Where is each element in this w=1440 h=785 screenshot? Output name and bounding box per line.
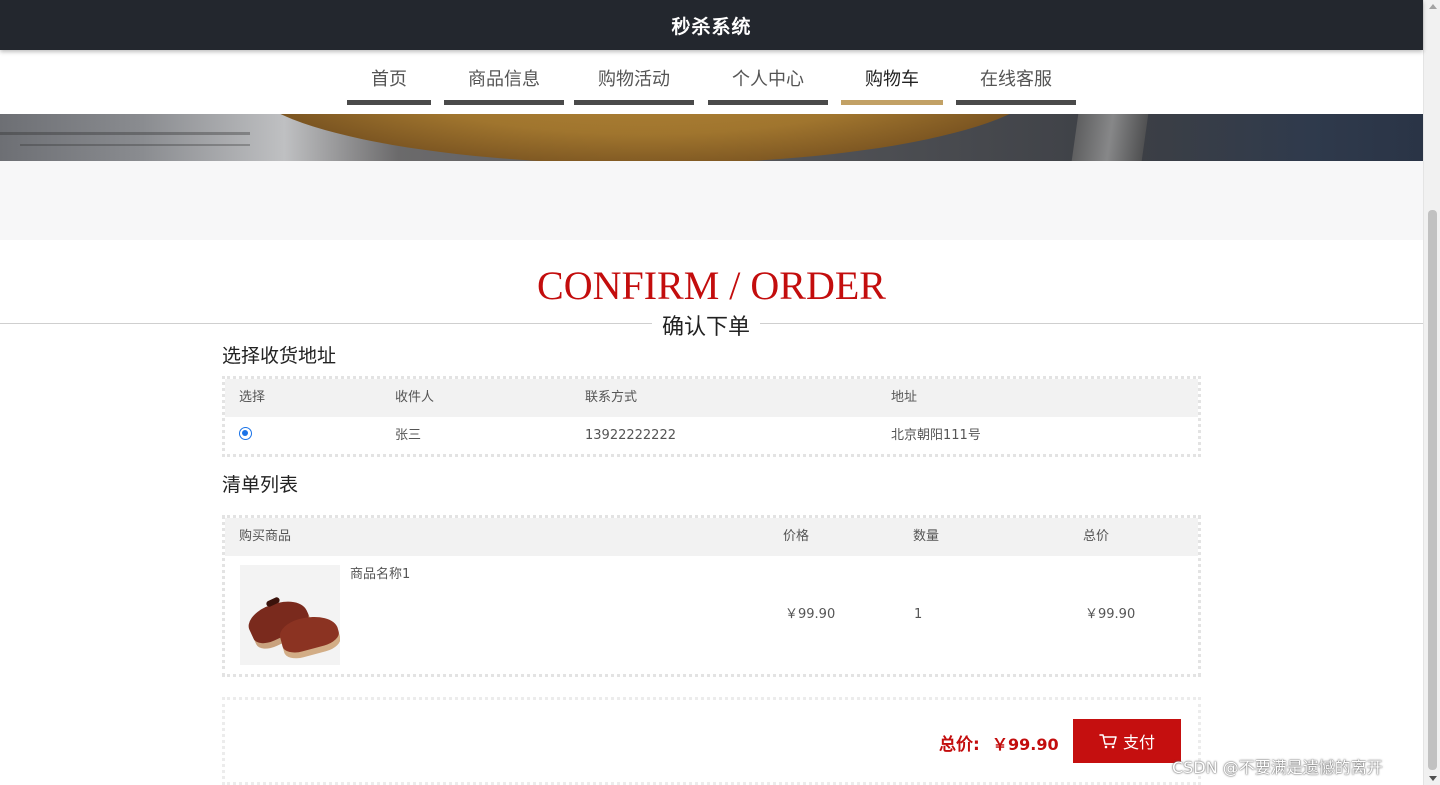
nav-item-profile[interactable]: 个人中心 xyxy=(708,50,828,105)
nav-underline xyxy=(574,100,694,105)
shoe-image[interactable] xyxy=(240,565,340,665)
watermark: CSDN @不要满是遗憾的离开 xyxy=(1172,758,1383,777)
address-table-header: 选择 收件人 联系方式 地址 xyxy=(225,379,1198,417)
nav-item-cart[interactable]: 购物车 xyxy=(841,50,943,105)
col-product: 购买商品 xyxy=(239,529,292,544)
main-nav: 首页 商品信息 购物活动 个人中心 购物车 在线客服 xyxy=(0,50,1423,114)
address-section-title: 选择收货地址 xyxy=(222,345,337,367)
order-section-title: 清单列表 xyxy=(222,474,299,496)
payment-panel: 总价: ￥99.90 支付 xyxy=(222,697,1201,785)
address-table: 选择 收件人 联系方式 地址 张三 13922222222 北京朝阳111号 xyxy=(222,376,1201,457)
cart-icon xyxy=(1099,733,1117,749)
nav-item-home[interactable]: 首页 xyxy=(347,50,431,105)
pay-button[interactable]: 支付 xyxy=(1073,719,1181,763)
banner-image xyxy=(0,114,1423,161)
address-cell: 北京朝阳111号 xyxy=(891,428,981,443)
top-header: 秒杀系统 xyxy=(0,0,1423,50)
nav-item-service[interactable]: 在线客服 xyxy=(956,50,1076,105)
nav-item-products[interactable]: 商品信息 xyxy=(444,50,564,105)
col-quantity: 数量 xyxy=(913,529,940,544)
nav-item-label: 在线客服 xyxy=(980,68,1052,90)
pay-label: 支付 xyxy=(1122,733,1155,752)
col-total: 总价 xyxy=(1083,529,1110,544)
quantity-cell: 1 xyxy=(914,607,923,622)
order-table-header: 购买商品 价格 数量 总价 xyxy=(225,518,1198,556)
nav-underline xyxy=(956,100,1076,105)
banner-spacer xyxy=(0,161,1423,240)
total-label: 总价: xyxy=(939,735,980,755)
col-address: 地址 xyxy=(891,390,918,405)
scroll-thumb[interactable] xyxy=(1428,210,1437,770)
scroll-up-icon[interactable] xyxy=(1429,4,1437,9)
nav-underline xyxy=(347,100,431,105)
price-cell: ￥99.90 xyxy=(785,607,836,622)
phone-cell: 13922222222 xyxy=(585,428,676,443)
order-table: 购买商品 价格 数量 总价 商品名称1 ￥99.90 1 ￥99.90 xyxy=(222,515,1201,677)
address-radio[interactable] xyxy=(239,427,252,440)
scroll-down-icon[interactable] xyxy=(1429,776,1437,781)
col-price: 价格 xyxy=(783,529,810,544)
total-value: ￥99.90 xyxy=(992,735,1059,754)
recipient-cell: 张三 xyxy=(395,428,422,443)
page-title-cn: 确认下单 xyxy=(652,309,761,341)
nav-item-label: 购物车 xyxy=(865,68,919,90)
nav-item-label: 首页 xyxy=(371,68,407,90)
product-name[interactable]: 商品名称1 xyxy=(350,566,410,584)
page-scrollbar[interactable] xyxy=(1423,0,1440,785)
nav-item-label: 个人中心 xyxy=(732,68,804,90)
col-phone: 联系方式 xyxy=(585,390,638,405)
col-recipient: 收件人 xyxy=(395,390,435,405)
table-row: 商品名称1 ￥99.90 1 ￥99.90 xyxy=(225,556,1198,674)
page-title-en: CONFIRM / ORDER xyxy=(537,263,886,308)
col-select: 选择 xyxy=(239,390,266,405)
nav-item-activities[interactable]: 购物活动 xyxy=(574,50,694,105)
subtotal-cell: ￥99.90 xyxy=(1085,607,1136,622)
table-row[interactable]: 张三 13922222222 北京朝阳111号 xyxy=(225,417,1198,454)
nav-underline xyxy=(708,100,828,105)
nav-underline xyxy=(444,100,564,105)
app-title: 秒杀系统 xyxy=(671,15,752,38)
nav-item-label: 购物活动 xyxy=(598,68,670,90)
nav-item-label: 商品信息 xyxy=(468,68,540,90)
nav-underline-active xyxy=(841,100,943,105)
